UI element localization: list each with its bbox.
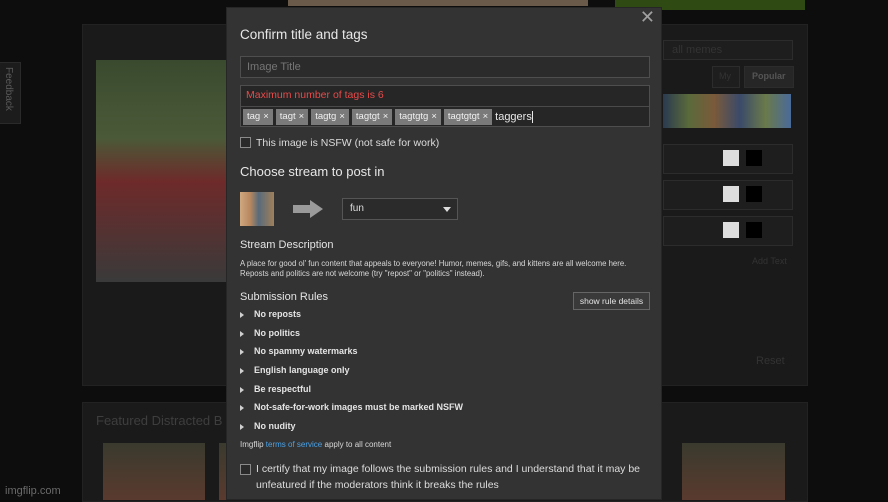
background-color-white bbox=[723, 186, 739, 202]
tag-label: tag bbox=[247, 111, 261, 122]
background-reset: Reset bbox=[756, 355, 785, 367]
imgflip-watermark: imgflip.com bbox=[5, 485, 61, 497]
feedback-label: Feedback bbox=[3, 67, 14, 111]
close-icon[interactable]: ✕ bbox=[640, 8, 655, 26]
rule-item[interactable]: No reposts bbox=[240, 309, 301, 319]
rule-label: No nudity bbox=[254, 421, 296, 431]
post-confirm-modal: ✕ Confirm title and tags Maximum number … bbox=[226, 7, 662, 500]
background-color-black bbox=[746, 222, 762, 238]
rule-item[interactable]: Not-safe-for-work images must be marked … bbox=[240, 402, 463, 412]
rule-label: No reposts bbox=[254, 309, 302, 319]
tag-limit-error: Maximum number of tags is 6 bbox=[246, 89, 384, 101]
tag-remove-icon[interactable]: × bbox=[483, 111, 489, 122]
expand-triangle-icon bbox=[240, 367, 244, 374]
expand-triangle-icon bbox=[240, 423, 244, 430]
tag-list: tag × tagt × tagtg × tagtgt × tagtgtg × tagtgtgt × t… bbox=[241, 106, 649, 126]
tag-chip: tagtgtgt × bbox=[443, 109, 493, 125]
tag-label: tagtgtg bbox=[399, 111, 429, 122]
terms-of-service-link[interactable]: terms of service bbox=[266, 440, 322, 449]
background-tab-popular-label: Popular bbox=[752, 71, 786, 81]
modal-title: Confirm title and tags bbox=[240, 27, 368, 42]
tag-chip: tag × bbox=[243, 109, 273, 125]
show-rule-details-button[interactable]: show rule details bbox=[573, 292, 650, 310]
background-meme-image bbox=[96, 60, 226, 282]
feedback-tab[interactable]: Feedback bbox=[0, 62, 21, 124]
tag-chip: tagtgtg × bbox=[395, 109, 441, 125]
background-featured-thumb bbox=[103, 443, 205, 500]
background-color-white bbox=[723, 222, 739, 238]
certify-checkbox[interactable] bbox=[240, 464, 251, 475]
rule-label: English language only bbox=[254, 365, 350, 375]
nsfw-checkbox[interactable] bbox=[240, 137, 251, 148]
background-color-white bbox=[723, 150, 739, 166]
tag-input-value: taggers bbox=[495, 111, 532, 123]
terms-prefix: Imgflip bbox=[240, 440, 266, 449]
background-featured-thumb bbox=[682, 443, 785, 500]
tag-remove-icon[interactable]: × bbox=[431, 111, 437, 122]
tag-chip: tagtgt × bbox=[351, 109, 393, 125]
stream-description-heading: Stream Description bbox=[240, 239, 334, 251]
expand-triangle-icon bbox=[240, 404, 244, 411]
terms-note: Imgflip terms of service apply to all co… bbox=[240, 440, 391, 449]
rule-item[interactable]: No spammy watermarks bbox=[240, 346, 358, 356]
rule-item[interactable]: Be respectful bbox=[240, 384, 311, 394]
background-add-text: Add Text bbox=[752, 256, 787, 266]
tag-label: tagtgtgt bbox=[447, 111, 480, 122]
terms-suffix: apply to all content bbox=[322, 440, 392, 449]
stream-select[interactable]: fun bbox=[342, 198, 458, 220]
rule-label: Be respectful bbox=[254, 384, 312, 394]
tag-label: tagtg bbox=[315, 111, 337, 122]
expand-triangle-icon bbox=[240, 330, 244, 337]
background-tab-my: My bbox=[712, 66, 740, 88]
background-search-hint: all memes bbox=[672, 44, 723, 56]
background-search-box: all memes bbox=[663, 40, 793, 60]
nsfw-label: This image is NSFW (not safe for work) bbox=[256, 137, 440, 149]
stream-description: A place for good ol' fun content that ap… bbox=[240, 259, 627, 278]
tag-remove-icon[interactable]: × bbox=[263, 111, 269, 122]
rule-item[interactable]: No nudity bbox=[240, 421, 296, 431]
tag-chip: tagtg × bbox=[311, 109, 349, 125]
rule-label: No politics bbox=[254, 328, 301, 338]
tag-chip: tagt × bbox=[275, 109, 309, 125]
background-tab-my-label: My bbox=[719, 71, 731, 81]
expand-triangle-icon bbox=[240, 348, 244, 355]
tag-label: tagtgt bbox=[355, 111, 380, 122]
expand-triangle-icon bbox=[240, 311, 244, 318]
tag-remove-icon[interactable]: × bbox=[339, 111, 345, 122]
expand-triangle-icon bbox=[240, 386, 244, 393]
tag-input[interactable]: taggers bbox=[495, 111, 533, 124]
stream-select-value: fun bbox=[350, 203, 364, 214]
image-title-input[interactable] bbox=[240, 56, 650, 78]
stream-heading: Choose stream to post in bbox=[240, 164, 385, 179]
dropdown-arrow-icon bbox=[443, 207, 451, 212]
background-template-thumbnails bbox=[663, 94, 791, 128]
submission-rules-heading: Submission Rules bbox=[240, 291, 329, 303]
text-caret bbox=[531, 111, 533, 124]
tag-remove-icon[interactable]: × bbox=[299, 111, 305, 122]
background-tab-popular: Popular bbox=[744, 66, 794, 88]
background-featured-heading: Featured Distracted B bbox=[96, 413, 223, 428]
arrow-right-icon bbox=[293, 200, 323, 218]
rule-label: No spammy watermarks bbox=[254, 346, 358, 356]
tag-remove-icon[interactable]: × bbox=[383, 111, 389, 122]
background-color-black bbox=[746, 186, 762, 202]
meme-thumbnail bbox=[240, 192, 274, 226]
tags-field[interactable]: Maximum number of tags is 6 tag × tagt × tag… bbox=[240, 85, 650, 127]
tag-label: tagt bbox=[279, 111, 296, 122]
rule-item[interactable]: No politics bbox=[240, 328, 300, 338]
rule-label: Not-safe-for-work images must be marked … bbox=[254, 402, 464, 412]
rule-item[interactable]: English language only bbox=[240, 365, 350, 375]
background-image-strip bbox=[288, 0, 588, 6]
background-color-black bbox=[746, 150, 762, 166]
certify-label: I certify that my image follows the subm… bbox=[256, 463, 641, 491]
